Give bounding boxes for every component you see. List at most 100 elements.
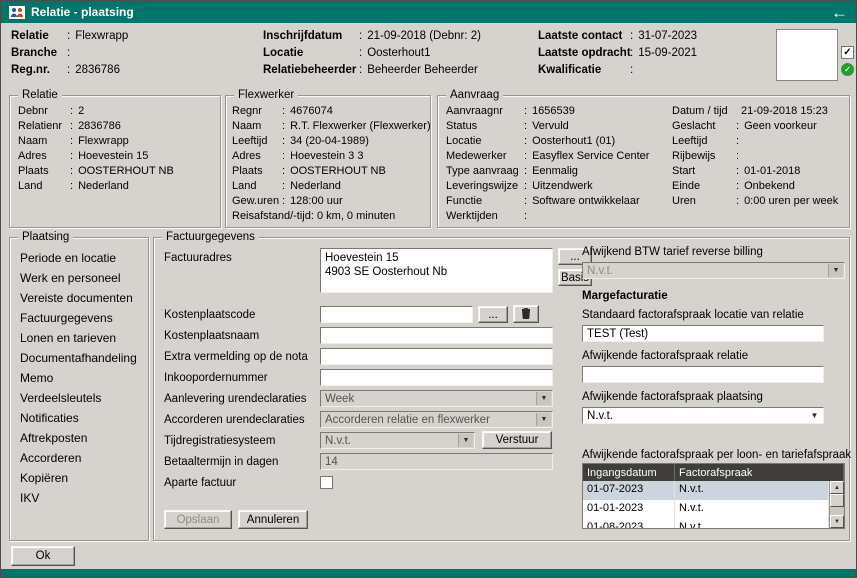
field-value: Nederland [78, 180, 129, 192]
cell-ingangsdatum: 01-08-2023 [583, 519, 675, 528]
sidebar-item-werk-en-personeel[interactable]: Werk en personeel [14, 268, 146, 288]
field-value: 128:00 uur [290, 195, 343, 207]
scroll-up-icon[interactable]: ▲ [830, 481, 844, 494]
field-label: Medewerker [446, 150, 522, 162]
afwijkende-factorafspraak-plaatsing-dropdown[interactable]: N.v.t. ▼ [582, 407, 824, 424]
colon: : [68, 165, 78, 177]
standaard-factorafspraak-input[interactable]: TEST (Test) [582, 325, 824, 342]
sidebar-item-verdeelsleutels[interactable]: Verdeelsleutels [14, 388, 146, 408]
colon: : [357, 64, 367, 76]
field-value: Geen voorkeur [744, 120, 817, 132]
colon: : [280, 120, 290, 132]
colon: : [65, 30, 75, 42]
header-row: Relatiebeheerder:Beheerder Beheerder [263, 61, 481, 78]
info-row: Start:01-01-2018 [672, 163, 847, 178]
sidebar-item-accorderen[interactable]: Accorderen [14, 448, 146, 468]
kostenplaatscode-browse-button[interactable]: ... [478, 306, 508, 323]
aanvraag-box: Aanvraag Aanvraagnr:1656539 Status:Vervu… [437, 95, 850, 228]
field-label: Uren [672, 195, 734, 207]
kostenplaatscode-input[interactable] [320, 306, 473, 323]
aparte-factuur-checkbox[interactable] [320, 476, 333, 489]
sidebar-item-notificaties[interactable]: Notificaties [14, 408, 146, 428]
header-row: Locatie:Oosterhout1 [263, 44, 481, 61]
inkoopordernummer-input[interactable] [320, 369, 553, 386]
annuleren-button[interactable]: Annuleren [238, 510, 308, 529]
betaaltermijn-label: Betaaltermijn in dagen [164, 456, 278, 468]
field-value: R.T. Flexwerker (Flexwerker) [290, 120, 431, 132]
trash-icon [521, 307, 531, 322]
header-checkbox[interactable]: ✓ [841, 46, 854, 59]
colon: : [522, 195, 532, 207]
aanlevering-label: Aanlevering urendeclaraties [164, 393, 307, 405]
header-col-relatie: Relatie:Flexwrapp Branche: Reg.nr.:28367… [11, 27, 128, 78]
back-arrow-icon[interactable]: ← [831, 4, 848, 21]
field-label: Status [446, 120, 522, 132]
plaatsing-box: Plaatsing Periode en locatie Werk en per… [9, 237, 149, 541]
field-value: 2836786 [75, 64, 120, 76]
field-value: 21-09-2018 15:23 [741, 105, 828, 117]
field-value: 34 (20-04-1989) [290, 135, 369, 147]
field-label: Relatienr [18, 120, 68, 132]
scroll-down-icon[interactable]: ▼ [830, 515, 844, 528]
factuuradres-input[interactable]: Hoevestein 15 4903 SE Oosterhout Nb [320, 248, 553, 293]
header-row: Inschrijfdatum:21-09-2018 (Debnr: 2) [263, 27, 481, 44]
factorafspraak-per-loon-label: Afwijkende factorafspraak per loon- en t… [582, 449, 851, 461]
afwijkende-factorafspraak-plaatsing-label: Afwijkende factorafspraak plaatsing [582, 391, 763, 403]
table-row[interactable]: 01-08-2023 N.v.t. [583, 519, 829, 528]
sidebar-item-vereiste-documenten[interactable]: Vereiste documenten [14, 288, 146, 308]
field-value: Eenmalig [532, 165, 578, 177]
info-row: Einde:Onbekend [672, 178, 847, 193]
info-row: Datum / tijd21-09-2018 15:23 [672, 103, 847, 118]
opslaan-button[interactable]: Opslaan [164, 510, 232, 529]
sidebar-item-aftrekposten[interactable]: Aftrekposten [14, 428, 146, 448]
ok-button[interactable]: Ok [11, 546, 75, 566]
table-scrollbar[interactable]: ▲ ▼ [829, 481, 844, 528]
info-row: Gew.uren:128:00 uur [232, 193, 428, 208]
field-label: Leveringswijze [446, 180, 522, 192]
colon: : [734, 120, 744, 132]
cell-factorafspraak: N.v.t. [675, 500, 829, 519]
verstuur-button[interactable]: Verstuur [482, 431, 552, 449]
field-label: Werktijden [446, 210, 522, 222]
colon: : [357, 47, 367, 59]
field-value: Oosterhout1 [367, 47, 430, 59]
extra-vermelding-input[interactable] [320, 348, 553, 365]
kostenplaatsnaam-input[interactable] [320, 327, 553, 344]
info-row: Adres:Hoevestein 15 [18, 148, 218, 163]
table-row[interactable]: 01-01-2023 N.v.t. [583, 500, 829, 519]
sidebar-item-kopieren[interactable]: Kopiëren [14, 468, 146, 488]
sidebar-item-factuurgegevens[interactable]: Factuurgegevens [14, 308, 146, 328]
colon: : [734, 180, 744, 192]
colon: : [734, 165, 744, 177]
table-row[interactable]: 01-07-2023 N.v.t. [583, 481, 829, 500]
field-label: Naam [18, 135, 68, 147]
colon: : [522, 135, 532, 147]
sidebar-item-ikv[interactable]: IKV [14, 488, 146, 508]
field-value: OOSTERHOUT NB [78, 165, 174, 177]
field-value: Flexwrapp [78, 135, 129, 147]
field-label: Leeftijd [232, 135, 280, 147]
header-col-laatste: Laatste contact:31-07-2023 Laatste opdra… [538, 27, 697, 78]
colon: : [68, 120, 78, 132]
afwijkende-factorafspraak-relatie-input[interactable] [582, 366, 824, 383]
kostenplaatscode-delete-button[interactable] [513, 305, 539, 323]
sidebar-item-periode-en-locatie[interactable]: Periode en locatie [14, 248, 146, 268]
field-label: Debnr [18, 105, 68, 117]
sidebar-item-documentafhandeling[interactable]: Documentafhandeling [14, 348, 146, 368]
factorafspraak-table: Ingangsdatum Factorafspraak 01-07-2023 N… [582, 463, 845, 529]
factuuradres-label: Factuuradres [164, 252, 232, 264]
status-ok-icon: ✓ [841, 63, 854, 76]
factuurgegevens-box-legend: Factuurgegevens [162, 230, 259, 244]
header-col-inschrijving: Inschrijfdatum:21-09-2018 (Debnr: 2) Loc… [263, 27, 481, 78]
btw-reverse-billing-dropdown: N.v.t. ▼ [582, 262, 845, 279]
field-label: Aanvraagnr [446, 105, 522, 117]
scrollbar-thumb[interactable] [830, 494, 844, 507]
field-value: Onbekend [744, 180, 795, 192]
colon: : [628, 30, 638, 42]
sidebar-item-memo[interactable]: Memo [14, 368, 146, 388]
field-value: Oosterhout1 (01) [532, 135, 615, 147]
sidebar-item-lonen-en-tarieven[interactable]: Lonen en tarieven [14, 328, 146, 348]
cell-factorafspraak: N.v.t. [675, 481, 829, 500]
window-title: Relatie - plaatsing [31, 5, 134, 19]
flexwerker-box-legend: Flexwerker [234, 88, 298, 102]
